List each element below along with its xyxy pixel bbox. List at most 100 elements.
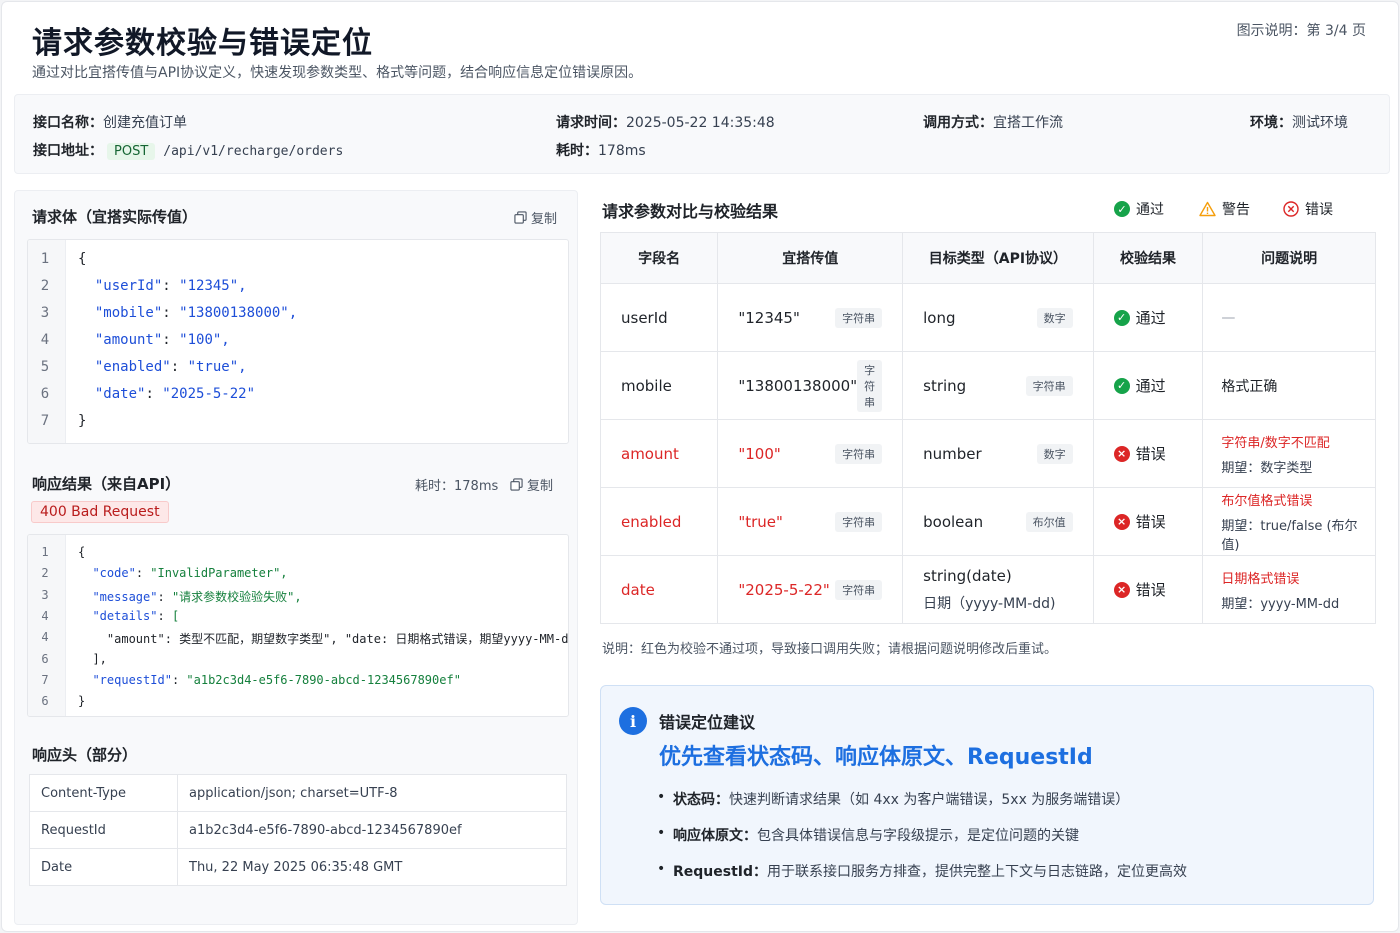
code-text: } [78, 413, 87, 429]
line-number: 3 [40, 305, 50, 321]
compare-row: enabled "true" 字符串 boolean 布尔值 × 错误 布尔值格式错误 期望：t… [599, 487, 1376, 556]
compare-row: mobile "13800138000" 字符串 string 字符串 ✓ 通过 格式正确 [599, 351, 1376, 420]
legend-warn: 警告 [1199, 199, 1250, 219]
response-title: 响应结果（来自API） [32, 475, 181, 493]
api-name-label: 接口名称： [33, 115, 103, 131]
header-key: Date [29, 848, 178, 886]
header-value: Thu, 22 May 2025 06:35:48 GMT [177, 848, 567, 886]
compare-title: 请求参数对比与校验结果 [602, 202, 779, 221]
field-name: amount [599, 419, 719, 488]
advice-item-bold: 状态码： [673, 792, 729, 808]
field-value: "2025-5-22" [738, 580, 830, 599]
col-type: 目标类型（API协议） [902, 232, 1094, 284]
target-type-cell: boolean 布尔值 [902, 487, 1094, 556]
json-value: "100", [179, 332, 230, 348]
error-icon: × [1113, 513, 1130, 530]
legend-error-label: 错误 [1305, 202, 1333, 218]
line-number: 3 [41, 587, 49, 602]
json-key: "details" [92, 608, 158, 623]
environment-label: 环境： [1250, 115, 1292, 131]
environment-value: 测试环境 [1292, 115, 1348, 131]
field-value-cell: "13800138000" 字符串 [717, 351, 904, 420]
json-key: "requestId" [92, 672, 172, 687]
api-name-value: 创建充值订单 [103, 115, 187, 131]
copy-request-label: 复制 [530, 212, 557, 227]
target-type-cell: string(date) 日期（yyyy-MM-dd) [902, 555, 1094, 624]
issue-text: 日期格式错误 [1221, 571, 1300, 587]
col-issue: 问题说明 [1202, 232, 1376, 284]
line-number: 4 [41, 608, 49, 623]
field-value: "true" [738, 512, 783, 531]
copy-icon [514, 211, 527, 224]
result-cell: × 错误 [1092, 419, 1204, 488]
target-type-tag: 布尔值 [1025, 511, 1073, 532]
copy-request-button[interactable]: 复制 [514, 208, 557, 227]
target-type-sub: 日期（yyyy-MM-dd) [923, 595, 1056, 612]
result-wrap: × 错误 [1113, 443, 1183, 464]
target-type-wrap: number 数字 [923, 443, 1073, 464]
compare-row: date "2025-5-22" 字符串 string(date) 日期（yyyy-MM… [599, 555, 1376, 624]
code-text: ], [78, 651, 107, 666]
advice-item-bold: 响应体原文： [673, 828, 757, 844]
legend-pass: ✓ 通过 [1114, 199, 1164, 219]
code-text: { [78, 545, 86, 559]
json-key: "message" [92, 589, 158, 604]
result-label: 错误 [1135, 513, 1166, 531]
field-value: "13800138000" [738, 376, 858, 395]
issue-sub: 期望：yyyy-MM-dd [1221, 596, 1340, 612]
result-label: 通过 [1135, 309, 1166, 327]
code-line: "amount": "100", [94, 332, 230, 348]
target-type: boolean [923, 512, 984, 531]
header-row: RequestId a1b2c3d4-e5f6-7890-abcd-1234567… [29, 811, 567, 849]
response-code-block: 1 {2 "code": "InvalidParameter", 3 "messag… [27, 534, 569, 717]
page: 请求参数校验与错误定位 通过对比宜搭传值与API协议定义，快速发现参数类型、格式… [1, 1, 1399, 932]
advice-item: RequestId：用于联系接口服务方排查，提供完整上下文与日志链路，定位更高效 [657, 861, 1187, 881]
line-gutter [28, 535, 66, 716]
api-path: /api/v1/recharge/orders [163, 144, 344, 159]
header-value: application/json; charset=UTF-8 [177, 774, 567, 812]
value-type-tag: 字符串 [835, 443, 883, 464]
page-hint: 图示说明：第 3/4 页 [1236, 23, 1366, 39]
result-cell: ✓ 通过 [1092, 283, 1204, 352]
field-value-wrap: "100" 字符串 [738, 443, 883, 464]
legend-warn-label: 警告 [1222, 202, 1250, 218]
target-type-cell: long 数字 [902, 283, 1094, 352]
advice-panel: i 错误定位建议 优先查看状态码、响应体原文、RequestId 状态码：快速判… [600, 685, 1374, 905]
code-text: } [78, 694, 86, 709]
header-key: RequestId [29, 811, 178, 849]
col-field: 字段名 [599, 232, 719, 284]
issue-text: — [1221, 309, 1236, 326]
issue-sub: 期望：true/false (布尔值) [1221, 519, 1358, 553]
field-value-wrap: "2025-5-22" 字符串 [738, 579, 883, 600]
result-cell: × 错误 [1092, 487, 1204, 556]
copy-response-button[interactable]: 复制 [510, 475, 553, 494]
environment: 环境：测试环境 [1250, 112, 1348, 132]
target-type: number [923, 444, 982, 463]
code-line: "amount": 类型不匹配，期望数字类型", "date: 日期格式错误，期… [78, 630, 568, 647]
json-key: "enabled" [94, 359, 171, 375]
advice-item: 状态码：快速判断请求结果（如 4xx 为客户端错误，5xx 为服务端错误） [657, 789, 1129, 809]
field-value-cell: "12345" 字符串 [717, 283, 904, 352]
request-time-label: 请求时间： [556, 115, 626, 131]
value-type-tag: 字符串 [835, 579, 883, 600]
issue-cell: 格式正确 [1202, 351, 1376, 420]
request-time: 请求时间：2025-05-22 14:35:48 [556, 112, 775, 132]
field-value: "100" [738, 444, 781, 463]
call-mode: 调用方式：宜搭工作流 [923, 112, 1063, 132]
compare-table: 字段名 宜搭传值 目标类型（API协议） 校验结果 问题说明 userId "12… [599, 232, 1376, 624]
field-name: mobile [599, 351, 719, 420]
page-title: 请求参数校验与错误定位 [32, 26, 373, 61]
response-headers-table: Content-Type application/json; charset=UT… [29, 774, 567, 886]
field-value-cell: "100" 字符串 [717, 419, 904, 488]
advice-headline: 优先查看状态码、响应体原文、RequestId [659, 745, 1093, 770]
json-key: "amount" [94, 332, 163, 348]
api-address-label: 接口地址： [33, 143, 103, 159]
header-row: Content-Type application/json; charset=UT… [29, 774, 567, 812]
code-line: { [78, 545, 85, 559]
json-value: "请求参数校验验失败", [171, 589, 302, 604]
result-label: 错误 [1135, 581, 1166, 599]
compare-header-row: 字段名 宜搭传值 目标类型（API协议） 校验结果 问题说明 [599, 232, 1376, 284]
target-type-wrap: boolean 布尔值 [923, 511, 1073, 532]
line-number: 5 [40, 359, 50, 375]
json-value: "2025-5-22" [162, 386, 256, 402]
